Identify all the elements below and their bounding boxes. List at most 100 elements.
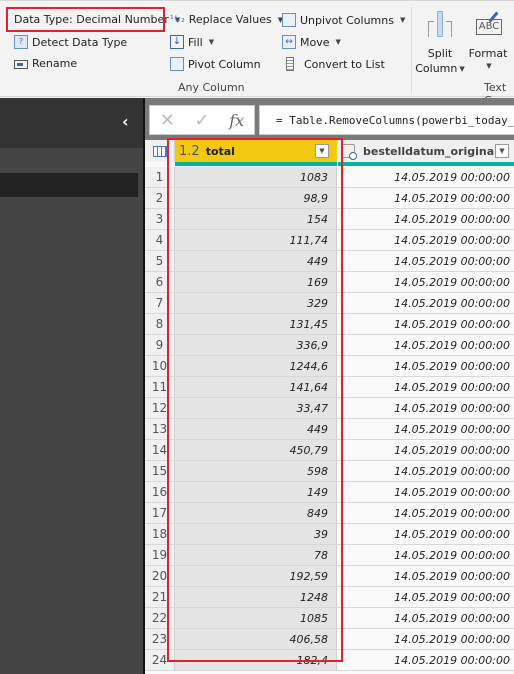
row-number[interactable]: 15 bbox=[145, 461, 175, 481]
cell-bestelldatum[interactable]: 14.05.2019 00:00:00 bbox=[337, 230, 514, 250]
format-button[interactable]: ABC Format ▼ bbox=[469, 9, 507, 70]
row-number[interactable]: 23 bbox=[145, 629, 175, 649]
table-row[interactable]: 1 1083 14.05.2019 00:00:00 bbox=[145, 167, 514, 188]
cell-total[interactable]: 141,64 bbox=[175, 377, 337, 397]
row-number[interactable]: 8 bbox=[145, 314, 175, 334]
table-row[interactable]: 17 849 14.05.2019 00:00:00 bbox=[145, 503, 514, 524]
cell-total[interactable]: 33,47 bbox=[175, 398, 337, 418]
cell-total[interactable]: 1248 bbox=[175, 587, 337, 607]
cell-total[interactable]: 78 bbox=[175, 545, 337, 565]
table-row[interactable]: 6 169 14.05.2019 00:00:00 bbox=[145, 272, 514, 293]
cell-bestelldatum[interactable]: 14.05.2019 00:00:00 bbox=[337, 503, 514, 523]
table-row[interactable]: 24 182,4 14.05.2019 00:00:00 bbox=[145, 650, 514, 671]
row-number[interactable]: 9 bbox=[145, 335, 175, 355]
cell-total[interactable]: 336,9 bbox=[175, 335, 337, 355]
table-row[interactable]: 4 111,74 14.05.2019 00:00:00 bbox=[145, 230, 514, 251]
cell-bestelldatum[interactable]: 14.05.2019 00:00:00 bbox=[337, 545, 514, 565]
cell-bestelldatum[interactable]: 14.05.2019 00:00:00 bbox=[337, 587, 514, 607]
fx-icon[interactable]: fx bbox=[229, 111, 244, 130]
replace-values-button[interactable]: ¹↳₂ Replace Values ▼ bbox=[170, 13, 283, 26]
table-row[interactable]: 7 329 14.05.2019 00:00:00 bbox=[145, 293, 514, 314]
row-number[interactable]: 17 bbox=[145, 503, 175, 523]
column-header-bestelldatum[interactable]: bestelldatum_original ▼ bbox=[337, 140, 514, 162]
table-row[interactable]: 20 192,59 14.05.2019 00:00:00 bbox=[145, 566, 514, 587]
table-row[interactable]: 2 98,9 14.05.2019 00:00:00 bbox=[145, 188, 514, 209]
data-type-dropdown[interactable]: Data Type: Decimal Number ▼ bbox=[14, 13, 180, 26]
row-number[interactable]: 11 bbox=[145, 377, 175, 397]
cell-total[interactable]: 192,59 bbox=[175, 566, 337, 586]
move-button[interactable]: ↔ Move ▼ bbox=[282, 35, 341, 49]
cell-total[interactable]: 449 bbox=[175, 251, 337, 271]
cell-total[interactable]: 149 bbox=[175, 482, 337, 502]
row-number[interactable]: 6 bbox=[145, 272, 175, 292]
commit-icon[interactable]: ✓ bbox=[195, 110, 210, 131]
cell-bestelldatum[interactable]: 14.05.2019 00:00:00 bbox=[337, 608, 514, 628]
cell-total[interactable]: 182,4 bbox=[175, 650, 337, 670]
table-row[interactable]: 18 39 14.05.2019 00:00:00 bbox=[145, 524, 514, 545]
row-number[interactable]: 12 bbox=[145, 398, 175, 418]
cell-bestelldatum[interactable]: 14.05.2019 00:00:00 bbox=[337, 629, 514, 649]
row-number[interactable]: 16 bbox=[145, 482, 175, 502]
cell-total[interactable]: 849 bbox=[175, 503, 337, 523]
detect-data-type-button[interactable]: ? Detect Data Type bbox=[14, 35, 127, 49]
rename-button[interactable]: Rename bbox=[14, 57, 77, 70]
table-row[interactable]: 15 598 14.05.2019 00:00:00 bbox=[145, 461, 514, 482]
table-row[interactable]: 12 33,47 14.05.2019 00:00:00 bbox=[145, 398, 514, 419]
cancel-icon[interactable]: ✕ bbox=[160, 110, 175, 131]
row-number[interactable]: 4 bbox=[145, 230, 175, 250]
row-number[interactable]: 20 bbox=[145, 566, 175, 586]
fill-button[interactable]: ↓ Fill ▼ bbox=[170, 35, 214, 49]
table-row[interactable]: 8 131,45 14.05.2019 00:00:00 bbox=[145, 314, 514, 335]
row-number[interactable]: 19 bbox=[145, 545, 175, 565]
selected-query-item[interactable] bbox=[0, 173, 138, 197]
cell-total[interactable]: 598 bbox=[175, 461, 337, 481]
cell-bestelldatum[interactable]: 14.05.2019 00:00:00 bbox=[337, 335, 514, 355]
cell-bestelldatum[interactable]: 14.05.2019 00:00:00 bbox=[337, 482, 514, 502]
table-row[interactable]: 16 149 14.05.2019 00:00:00 bbox=[145, 482, 514, 503]
datetime-type-icon[interactable] bbox=[341, 144, 357, 160]
row-number[interactable]: 1 bbox=[145, 167, 175, 187]
split-column-button[interactable]: Split Column ▼ bbox=[415, 9, 465, 75]
cell-total[interactable]: 449 bbox=[175, 419, 337, 439]
collapse-pane-icon[interactable]: ‹ bbox=[122, 112, 129, 131]
cell-bestelldatum[interactable]: 14.05.2019 00:00:00 bbox=[337, 272, 514, 292]
cell-total[interactable]: 1083 bbox=[175, 167, 337, 187]
cell-total[interactable]: 1244,6 bbox=[175, 356, 337, 376]
cell-bestelldatum[interactable]: 14.05.2019 00:00:00 bbox=[337, 356, 514, 376]
table-row[interactable]: 23 406,58 14.05.2019 00:00:00 bbox=[145, 629, 514, 650]
cell-total[interactable]: 406,58 bbox=[175, 629, 337, 649]
convert-to-list-button[interactable]: Convert to List bbox=[286, 57, 385, 71]
column-header-total[interactable]: 1.2 total ▼ bbox=[175, 140, 337, 162]
table-row[interactable]: 10 1244,6 14.05.2019 00:00:00 bbox=[145, 356, 514, 377]
cell-bestelldatum[interactable]: 14.05.2019 00:00:00 bbox=[337, 209, 514, 229]
cell-bestelldatum[interactable]: 14.05.2019 00:00:00 bbox=[337, 167, 514, 187]
cell-total[interactable]: 329 bbox=[175, 293, 337, 313]
cell-bestelldatum[interactable]: 14.05.2019 00:00:00 bbox=[337, 314, 514, 334]
cell-bestelldatum[interactable]: 14.05.2019 00:00:00 bbox=[337, 461, 514, 481]
cell-bestelldatum[interactable]: 14.05.2019 00:00:00 bbox=[337, 188, 514, 208]
table-row[interactable]: 19 78 14.05.2019 00:00:00 bbox=[145, 545, 514, 566]
table-row[interactable]: 5 449 14.05.2019 00:00:00 bbox=[145, 251, 514, 272]
unpivot-columns-button[interactable]: Unpivot Columns ▼ bbox=[282, 13, 405, 27]
row-number[interactable]: 14 bbox=[145, 440, 175, 460]
row-number[interactable]: 18 bbox=[145, 524, 175, 544]
row-number[interactable]: 3 bbox=[145, 209, 175, 229]
cell-bestelldatum[interactable]: 14.05.2019 00:00:00 bbox=[337, 398, 514, 418]
cell-total[interactable]: 154 bbox=[175, 209, 337, 229]
decimal-type-icon[interactable]: 1.2 bbox=[179, 144, 200, 159]
row-number[interactable]: 5 bbox=[145, 251, 175, 271]
filter-dropdown-icon[interactable]: ▼ bbox=[495, 144, 509, 158]
cell-bestelldatum[interactable]: 14.05.2019 00:00:00 bbox=[337, 524, 514, 544]
table-row[interactable]: 3 154 14.05.2019 00:00:00 bbox=[145, 209, 514, 230]
pivot-column-button[interactable]: Pivot Column bbox=[170, 57, 261, 71]
row-number[interactable]: 21 bbox=[145, 587, 175, 607]
cell-total[interactable]: 1085 bbox=[175, 608, 337, 628]
table-row[interactable]: 21 1248 14.05.2019 00:00:00 bbox=[145, 587, 514, 608]
row-number[interactable]: 10 bbox=[145, 356, 175, 376]
table-row[interactable]: 14 450,79 14.05.2019 00:00:00 bbox=[145, 440, 514, 461]
cell-total[interactable]: 98,9 bbox=[175, 188, 337, 208]
cell-bestelldatum[interactable]: 14.05.2019 00:00:00 bbox=[337, 419, 514, 439]
cell-bestelldatum[interactable]: 14.05.2019 00:00:00 bbox=[337, 440, 514, 460]
filter-dropdown-icon[interactable]: ▼ bbox=[315, 144, 329, 158]
row-number[interactable]: 2 bbox=[145, 188, 175, 208]
